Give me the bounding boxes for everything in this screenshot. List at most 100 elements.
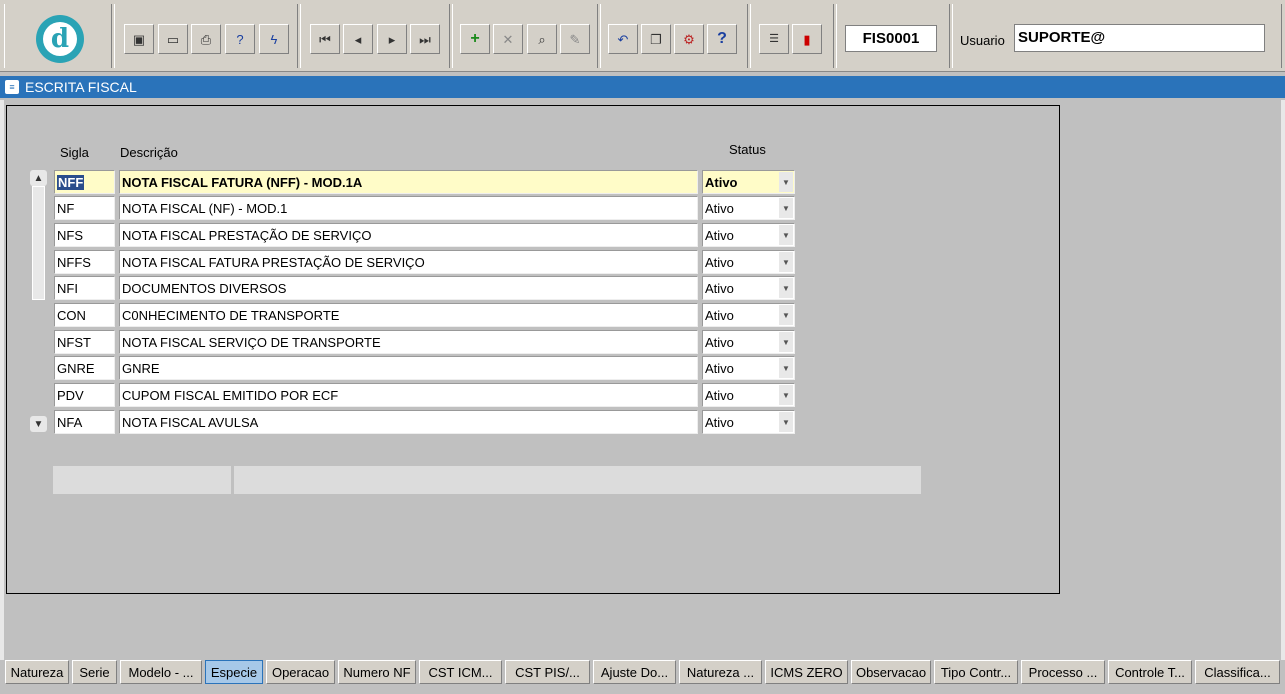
descricao-cell[interactable]: NOTA FISCAL AVULSA bbox=[119, 410, 698, 434]
app-logo: d bbox=[36, 15, 84, 63]
tab-observacao[interactable]: Observacao bbox=[851, 660, 931, 684]
tab-numero-nf[interactable]: Numero NF bbox=[338, 660, 416, 684]
tab-controle-t[interactable]: Controle T... bbox=[1108, 660, 1192, 684]
tab-modelo[interactable]: Modelo - ... bbox=[120, 660, 202, 684]
status-select[interactable]: Ativo ▼ bbox=[702, 383, 795, 407]
chevron-down-icon[interactable]: ▼ bbox=[779, 305, 793, 325]
scroll-up-button[interactable]: ▲ bbox=[30, 170, 47, 186]
tab-classifica[interactable]: Classifica... bbox=[1195, 660, 1280, 684]
tab-tipo-contr[interactable]: Tipo Contr... bbox=[934, 660, 1018, 684]
column-header-sigla: Sigla bbox=[60, 145, 89, 160]
descricao-cell[interactable]: NOTA FISCAL PRESTAÇÃO DE SERVIÇO bbox=[119, 223, 698, 247]
status-select[interactable]: Ativo ▼ bbox=[702, 356, 795, 380]
status-select[interactable]: Ativo ▼ bbox=[702, 223, 795, 247]
sigla-cell[interactable]: NFS bbox=[54, 223, 115, 247]
search-document-icon: ⌕ bbox=[538, 31, 546, 47]
tab-icms-zero[interactable]: ICMS ZERO bbox=[765, 660, 848, 684]
previous-record-button[interactable]: ◂ bbox=[343, 24, 373, 54]
tab-cst-pis[interactable]: CST PIS/... bbox=[505, 660, 590, 684]
chevron-down-icon[interactable]: ▼ bbox=[779, 225, 793, 245]
tab-natureza[interactable]: Natureza bbox=[5, 660, 69, 684]
clipboard-icon: ❐ bbox=[650, 31, 662, 47]
descricao-cell[interactable]: GNRE bbox=[119, 356, 698, 380]
status-select[interactable]: Ativo ▼ bbox=[702, 196, 795, 220]
status-select[interactable]: Ativo ▼ bbox=[702, 330, 795, 354]
scroll-thumb[interactable] bbox=[32, 186, 45, 300]
scroll-down-button[interactable]: ▼ bbox=[30, 416, 47, 432]
arrow-up-icon: ▲ bbox=[33, 172, 44, 184]
status-select[interactable]: Ativo ▼ bbox=[702, 170, 795, 194]
window-button[interactable]: ▭ bbox=[158, 24, 188, 54]
menu-icon: ☰ bbox=[769, 32, 779, 45]
user-label: Usuario bbox=[960, 33, 1005, 48]
chevron-down-icon[interactable]: ▼ bbox=[779, 332, 793, 352]
descricao-cell[interactable]: NOTA FISCAL SERVIÇO DE TRANSPORTE bbox=[119, 330, 698, 354]
first-record-button[interactable]: ⏮ bbox=[310, 24, 340, 54]
next-record-button[interactable]: ▸ bbox=[377, 24, 407, 54]
exit-button[interactable]: ▮ bbox=[792, 24, 822, 54]
tab-cst-icms[interactable]: CST ICM... bbox=[419, 660, 502, 684]
grid-scrollbar[interactable]: ▲ ▼ bbox=[30, 170, 47, 434]
print-button[interactable]: ⎙ bbox=[191, 24, 221, 54]
chevron-down-icon[interactable]: ▼ bbox=[779, 385, 793, 405]
sigla-cell[interactable]: NFA bbox=[54, 410, 115, 434]
window-title: ESCRITA FISCAL bbox=[25, 79, 137, 95]
clear-button[interactable]: ✎ bbox=[560, 24, 590, 54]
window-icon[interactable]: ≡ bbox=[5, 80, 19, 94]
sigla-cell[interactable]: NFST bbox=[54, 330, 115, 354]
status-select[interactable]: Ativo ▼ bbox=[702, 410, 795, 434]
floppy-disk-icon: ▣ bbox=[132, 31, 146, 47]
descricao-cell[interactable]: DOCUMENTOS DIVERSOS bbox=[119, 276, 698, 300]
sigla-cell[interactable]: NFI bbox=[54, 276, 115, 300]
sigla-cell[interactable]: NFFS bbox=[54, 250, 115, 274]
lightning-icon: ϟ bbox=[270, 31, 278, 47]
chevron-down-icon[interactable]: ▼ bbox=[779, 358, 793, 378]
descricao-cell[interactable]: CUPOM FISCAL EMITIDO POR ECF bbox=[119, 383, 698, 407]
delete-record-button[interactable]: ✕ bbox=[493, 24, 523, 54]
form-code: FIS0001 bbox=[845, 25, 937, 52]
descricao-cell[interactable]: NOTA FISCAL FATURA PRESTAÇÃO DE SERVIÇO bbox=[119, 250, 698, 274]
undo-button[interactable]: ↶ bbox=[608, 24, 638, 54]
next-record-icon: ▸ bbox=[388, 31, 396, 47]
tab-ajuste-doc[interactable]: Ajuste Do... bbox=[593, 660, 676, 684]
search-record-button[interactable]: ⌕ bbox=[527, 24, 557, 54]
undo-icon: ↶ bbox=[617, 31, 629, 47]
chevron-down-icon[interactable]: ▼ bbox=[779, 278, 793, 298]
last-record-icon: ⏭ bbox=[419, 31, 431, 47]
insert-record-button[interactable]: + bbox=[460, 24, 490, 54]
sigla-cell[interactable]: NFF bbox=[54, 170, 115, 194]
tab-especie[interactable]: Especie bbox=[205, 660, 263, 684]
chevron-down-icon[interactable]: ▼ bbox=[779, 172, 793, 192]
last-record-button[interactable]: ⏭ bbox=[410, 24, 440, 54]
column-header-status: Status bbox=[729, 142, 766, 157]
status-select[interactable]: Ativo ▼ bbox=[702, 303, 795, 327]
descricao-cell[interactable]: C0NHECIMENTO DE TRANSPORTE bbox=[119, 303, 698, 327]
descricao-cell[interactable]: NOTA FISCAL FATURA (NFF) - MOD.1A bbox=[119, 170, 698, 194]
chevron-down-icon[interactable]: ▼ bbox=[779, 198, 793, 218]
toolbar: d ▣ ▭ ⎙ ? ϟ ⏮ ◂ ▸ ⏭ + ✕ ⌕ ✎ ↶ ❐ ⚙ ? ☰ ▮ … bbox=[0, 0, 1285, 72]
chevron-down-icon[interactable]: ▼ bbox=[779, 412, 793, 432]
descricao-cell[interactable]: NOTA FISCAL (NF) - MOD.1 bbox=[119, 196, 698, 220]
chevron-down-icon[interactable]: ▼ bbox=[779, 252, 793, 272]
user-field: SUPORTE@ bbox=[1014, 24, 1265, 52]
window-titlebar: ≡ ESCRITA FISCAL bbox=[0, 76, 1285, 98]
tab-operacao[interactable]: Operacao bbox=[266, 660, 335, 684]
help-button[interactable]: ? bbox=[707, 24, 737, 54]
tab-processo[interactable]: Processo ... bbox=[1021, 660, 1105, 684]
save-button[interactable]: ▣ bbox=[124, 24, 154, 54]
tab-serie[interactable]: Serie bbox=[72, 660, 117, 684]
tab-natureza-2[interactable]: Natureza ... bbox=[679, 660, 762, 684]
status-select[interactable]: Ativo ▼ bbox=[702, 276, 795, 300]
query-help-button[interactable]: ? bbox=[225, 24, 255, 54]
sigla-cell[interactable]: NF bbox=[54, 196, 115, 220]
sigla-cell[interactable]: PDV bbox=[54, 383, 115, 407]
sigla-cell[interactable]: GNRE bbox=[54, 356, 115, 380]
detail-field-1[interactable] bbox=[53, 466, 231, 494]
status-select[interactable]: Ativo ▼ bbox=[702, 250, 795, 274]
detail-field-2[interactable] bbox=[234, 466, 921, 494]
sigla-cell[interactable]: CON bbox=[54, 303, 115, 327]
tools-button[interactable]: ⚙ bbox=[674, 24, 704, 54]
menu-button[interactable]: ☰ bbox=[759, 24, 789, 54]
execute-query-button[interactable]: ϟ bbox=[259, 24, 289, 54]
copy-button[interactable]: ❐ bbox=[641, 24, 671, 54]
